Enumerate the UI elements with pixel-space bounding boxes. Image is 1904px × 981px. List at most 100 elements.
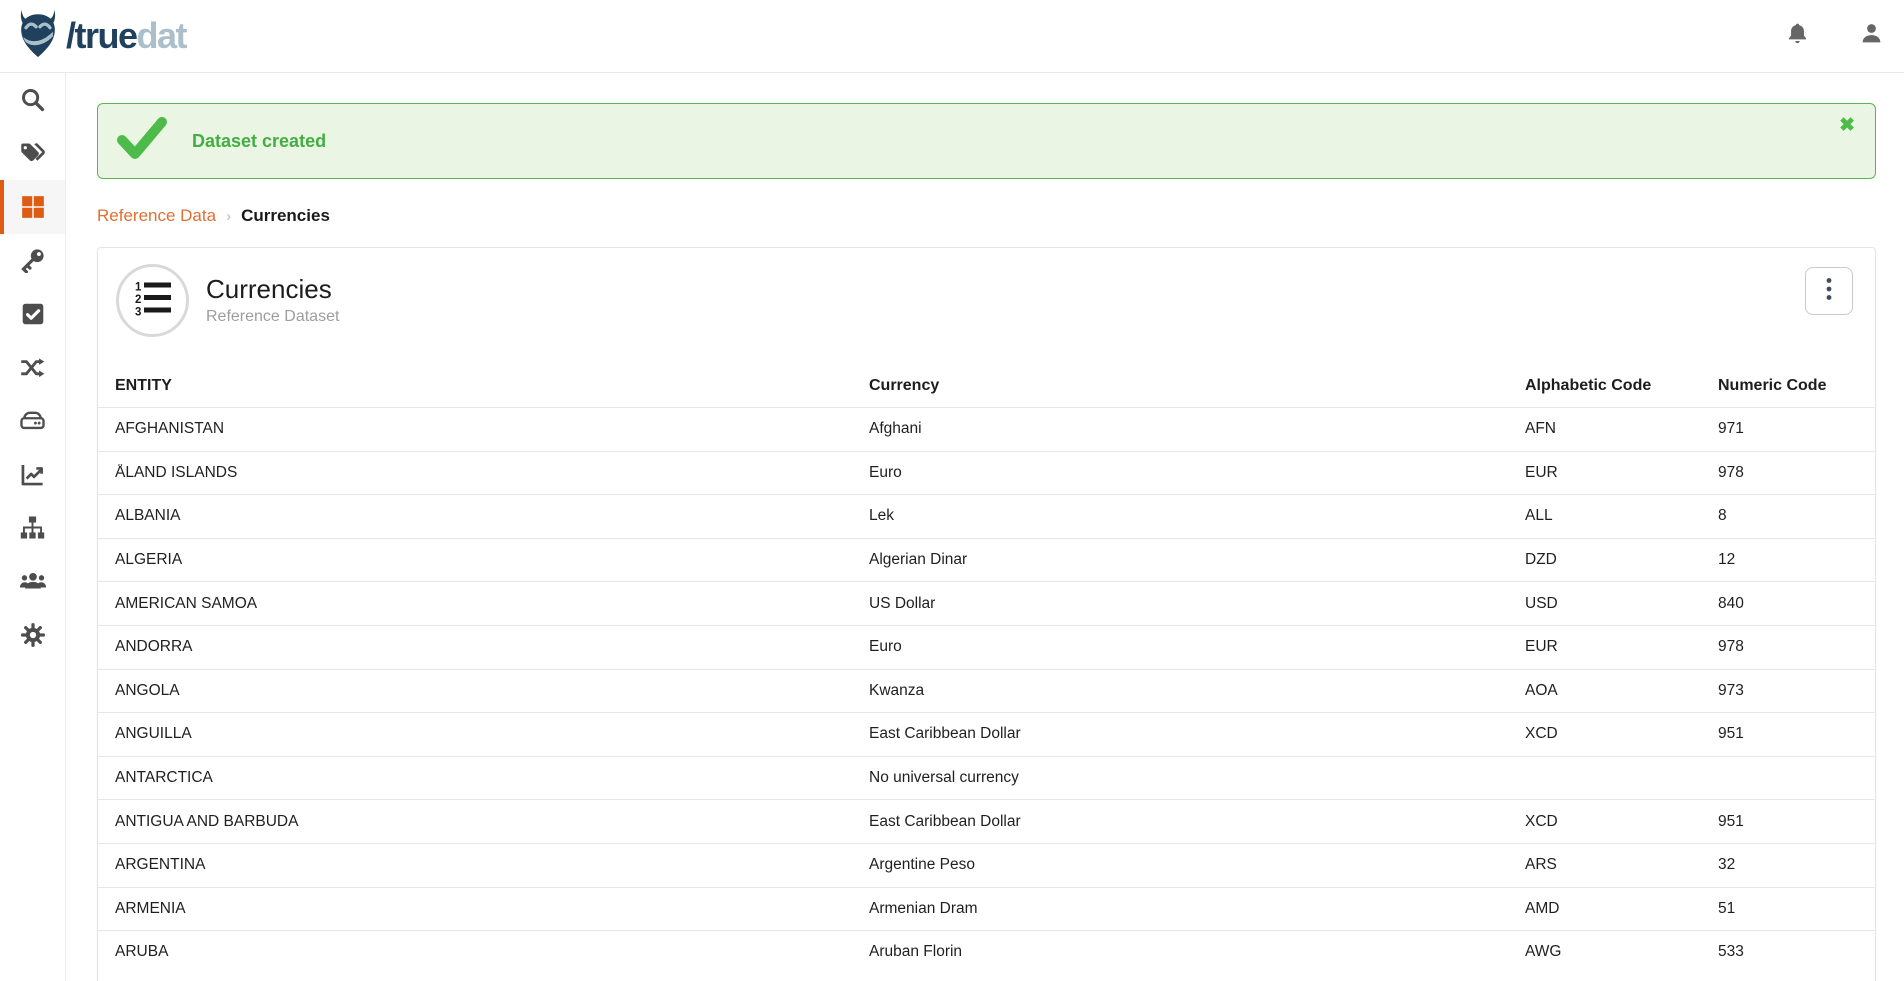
table-row[interactable]: ARMENIA Armenian Dram AMD 51: [98, 887, 1875, 931]
alert-message: Dataset created: [192, 131, 326, 152]
table-row[interactable]: ANGOLA Kwanza AOA 973: [98, 669, 1875, 713]
logo-text-primary: /true: [66, 15, 137, 56]
cell-entity: ARGENTINA: [98, 856, 869, 874]
sidebar-item-tags[interactable]: [0, 127, 65, 181]
table-row[interactable]: ARGENTINA Argentine Peso ARS 32: [98, 843, 1875, 887]
cell-alphabetic-code: DZD: [1525, 551, 1718, 569]
cell-alphabetic-code: ALL: [1525, 507, 1718, 525]
breadcrumb-current: Currencies: [241, 206, 330, 226]
logo-text-secondary: dat: [137, 15, 187, 56]
cell-currency: Argentine Peso: [869, 856, 1525, 874]
cell-numeric-code: 951: [1718, 725, 1875, 743]
currencies-table: ENTITY Currency Alphabetic Code Numeric …: [98, 365, 1875, 974]
column-header-entity: ENTITY: [98, 377, 869, 395]
sidebar-item-sources[interactable]: [0, 394, 65, 448]
card-actions-button[interactable]: [1805, 267, 1853, 315]
cell-numeric-code: 12: [1718, 551, 1875, 569]
table-row[interactable]: ANTARCTICA No universal currency: [98, 756, 1875, 800]
chevron-right-icon: ›: [226, 208, 231, 225]
cell-entity: AFGHANISTAN: [98, 420, 869, 438]
breadcrumb: Reference Data › Currencies: [97, 206, 1876, 226]
cell-numeric-code: 51: [1718, 900, 1875, 918]
cell-currency: Lek: [869, 507, 1525, 525]
dataset-titles: Currencies Reference Dataset: [206, 275, 339, 326]
cell-currency: Aruban Florin: [869, 943, 1525, 961]
cell-entity: ALGERIA: [98, 551, 869, 569]
cell-alphabetic-code: EUR: [1525, 464, 1718, 482]
table-row[interactable]: ALBANIA Lek ALL 8: [98, 494, 1875, 538]
dataset-icon: 1 2 3: [116, 264, 189, 337]
cell-currency: Kwanza: [869, 682, 1525, 700]
close-icon[interactable]: ✖: [1839, 116, 1855, 135]
table-row[interactable]: ARUBA Aruban Florin AWG 533: [98, 930, 1875, 974]
column-header-alphabetic-code: Alphabetic Code: [1525, 377, 1718, 395]
kebab-icon: [1826, 277, 1832, 306]
chart-line-icon: [19, 461, 46, 488]
cell-entity: ANTIGUA AND BARBUDA: [98, 813, 869, 831]
users-icon: [19, 567, 47, 595]
app-header: /truedat: [0, 0, 1904, 73]
cell-currency: Afghani: [869, 420, 1525, 438]
column-header-numeric-code: Numeric Code: [1718, 377, 1875, 395]
cell-numeric-code: 8: [1718, 507, 1875, 525]
table-row[interactable]: ANGUILLA East Caribbean Dollar XCD 951: [98, 712, 1875, 756]
cell-currency: No universal currency: [869, 769, 1525, 787]
cell-entity: ANGOLA: [98, 682, 869, 700]
cell-currency: Euro: [869, 464, 1525, 482]
truedat-logo[interactable]: /truedat: [14, 9, 186, 64]
cell-entity: ANTARCTICA: [98, 769, 869, 787]
gear-icon: [20, 622, 46, 648]
svg-text:1: 1: [135, 282, 142, 294]
bell-icon: [1785, 21, 1810, 51]
cell-currency: Euro: [869, 638, 1525, 656]
cell-currency: East Caribbean Dollar: [869, 725, 1525, 743]
cell-alphabetic-code: EUR: [1525, 638, 1718, 656]
table-row[interactable]: ANTIGUA AND BARBUDA East Caribbean Dolla…: [98, 799, 1875, 843]
key-icon: [20, 247, 46, 273]
user-menu-button[interactable]: [1856, 21, 1886, 51]
numbered-list-icon: 1 2 3: [132, 278, 174, 323]
sidebar-item-rules[interactable]: [0, 287, 65, 341]
cell-entity: ARMENIA: [98, 900, 869, 918]
table-row[interactable]: ÅLAND ISLANDS Euro EUR 978: [98, 451, 1875, 495]
cell-alphabetic-code: AMD: [1525, 900, 1718, 918]
sidebar-item-users[interactable]: [0, 555, 65, 609]
table-row[interactable]: AMERICAN SAMOA US Dollar USD 840: [98, 581, 1875, 625]
table-row[interactable]: AFGHANISTAN Afghani AFN 971: [98, 407, 1875, 451]
cell-currency: East Caribbean Dollar: [869, 813, 1525, 831]
sidebar-item-structures[interactable]: [0, 501, 65, 555]
cell-entity: ANGUILLA: [98, 725, 869, 743]
notifications-button[interactable]: [1782, 21, 1812, 51]
cell-numeric-code: 978: [1718, 464, 1875, 482]
search-icon: [19, 86, 46, 113]
cell-alphabetic-code: AWG: [1525, 943, 1718, 961]
sidebar-item-permissions[interactable]: [0, 234, 65, 288]
cell-alphabetic-code: XCD: [1525, 813, 1718, 831]
sidebar: [0, 73, 66, 981]
sidebar-item-reference-data[interactable]: [0, 180, 65, 234]
success-alert: Dataset created ✖: [97, 103, 1876, 179]
cell-numeric-code: 533: [1718, 943, 1875, 961]
sidebar-item-search[interactable]: [0, 73, 65, 127]
column-header-currency: Currency: [869, 377, 1525, 395]
shuffle-icon: [19, 354, 46, 381]
cell-entity: AMERICAN SAMOA: [98, 595, 869, 613]
header-actions: [1782, 21, 1886, 51]
cell-numeric-code: 32: [1718, 856, 1875, 874]
cell-entity: ANDORRA: [98, 638, 869, 656]
sidebar-item-settings[interactable]: [0, 608, 65, 662]
cell-currency: Algerian Dinar: [869, 551, 1525, 569]
cell-entity: ÅLAND ISLANDS: [98, 464, 869, 482]
table-row[interactable]: ANDORRA Euro EUR 978: [98, 625, 1875, 669]
table-row[interactable]: ALGERIA Algerian Dinar DZD 12: [98, 538, 1875, 582]
svg-text:2: 2: [135, 294, 141, 306]
table-header-row: ENTITY Currency Alphabetic Code Numeric …: [98, 365, 1875, 407]
sidebar-item-dashboards[interactable]: [0, 448, 65, 502]
cell-entity: ARUBA: [98, 943, 869, 961]
cell-numeric-code: 840: [1718, 595, 1875, 613]
sidebar-item-lineage[interactable]: [0, 341, 65, 395]
page-title: Currencies: [206, 275, 339, 305]
breadcrumb-link-reference-data[interactable]: Reference Data: [97, 206, 216, 226]
grid-icon: [20, 194, 46, 220]
dataset-card: 1 2 3 Currencies Reference Dataset: [97, 247, 1876, 981]
